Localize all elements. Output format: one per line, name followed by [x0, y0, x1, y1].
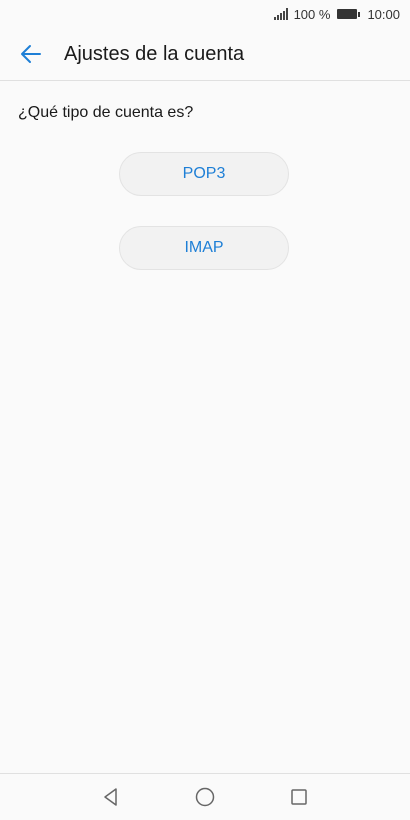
nav-back-button[interactable]	[99, 785, 123, 809]
triangle-back-icon	[104, 788, 117, 806]
arrow-left-icon	[21, 45, 41, 63]
status-bar: 100 % 10:00	[0, 0, 410, 28]
signal-icon	[273, 8, 288, 20]
square-recent-icon	[291, 789, 307, 805]
account-type-question: ¿Qué tipo de cuenta es?	[18, 104, 194, 121]
app-bar: Ajustes de la cuenta	[0, 28, 410, 81]
back-button[interactable]	[16, 39, 46, 69]
battery-percent: 100 %	[293, 6, 331, 22]
navigation-bar	[0, 773, 410, 820]
clock: 10:00	[367, 6, 400, 22]
nav-recent-button[interactable]	[287, 785, 311, 809]
nav-home-button[interactable]	[193, 785, 217, 809]
battery-icon	[337, 9, 361, 19]
pop3-button[interactable]: POP3	[119, 152, 289, 196]
circle-home-icon	[195, 787, 215, 807]
screen: 100 % 10:00 Ajustes de la cuenta ¿Qué ti…	[0, 0, 410, 820]
imap-button[interactable]: IMAP	[119, 226, 289, 270]
page-title: Ajustes de la cuenta	[64, 42, 245, 65]
